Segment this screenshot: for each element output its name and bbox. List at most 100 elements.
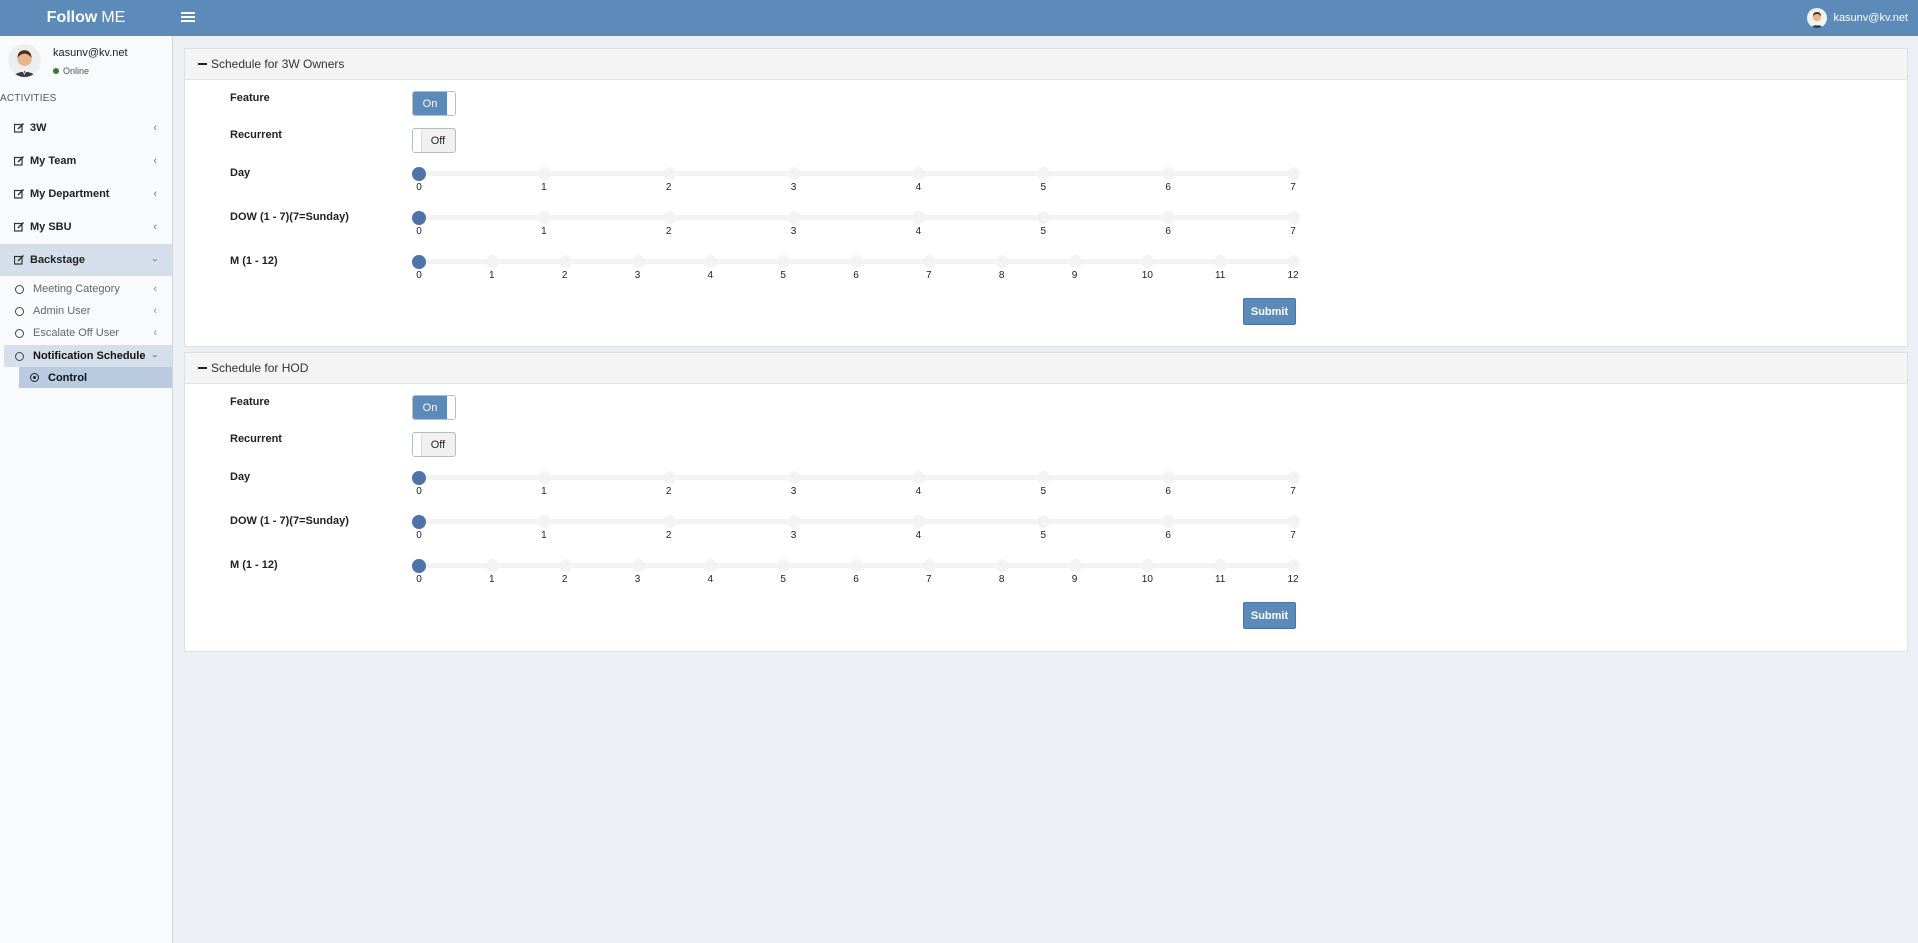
slider-tick-label: 6	[853, 270, 859, 281]
slider-tick[interactable]	[1037, 167, 1051, 180]
slider-tick[interactable]	[537, 211, 551, 224]
sidebar-item-escalate-off-user[interactable]: Escalate Off User ‹	[0, 322, 172, 344]
slider-tick[interactable]	[1287, 211, 1300, 224]
slider-tick[interactable]	[631, 255, 645, 268]
slider-tick[interactable]	[631, 559, 645, 572]
slider-tick[interactable]	[662, 515, 676, 528]
sidebar-item-backstage[interactable]: Backstage ‹	[0, 244, 172, 276]
submit-button[interactable]: Submit	[1243, 298, 1296, 325]
sidebar-item-3w[interactable]: 3W ‹	[0, 112, 172, 144]
submit-button[interactable]: Submit	[1243, 602, 1296, 629]
slider-tick[interactable]	[537, 167, 551, 180]
panel-header[interactable]: Schedule for HOD	[185, 353, 1907, 384]
slider-tick[interactable]	[912, 211, 926, 224]
slider-tick[interactable]	[1037, 211, 1051, 224]
slider-handle[interactable]	[412, 515, 426, 529]
slider-tick-label: 7	[1290, 486, 1296, 497]
sidebar-item-control[interactable]: Control	[19, 367, 172, 388]
slider-tick-label: 0	[416, 486, 422, 497]
menu-toggle-icon[interactable]	[181, 10, 195, 26]
slider-tick[interactable]	[485, 255, 499, 268]
feature-toggle[interactable]: On	[412, 91, 456, 116]
slider-tick[interactable]	[704, 255, 718, 268]
dow-label: DOW (1 - 7)(7=Sunday)	[230, 211, 349, 223]
recurrent-toggle[interactable]: Off	[412, 432, 456, 457]
slider-tick[interactable]	[850, 255, 863, 268]
circle-icon	[15, 328, 24, 338]
slider-tick[interactable]	[995, 255, 1009, 268]
slider-handle[interactable]	[412, 255, 426, 269]
day-slider[interactable]: 0 1 2 3 4 5 6 7	[412, 470, 1300, 498]
slider-tick-label: 5	[1040, 486, 1047, 497]
slider-tick[interactable]	[787, 167, 801, 180]
slider-tick[interactable]	[995, 559, 1009, 572]
sidebar-item-my-sbu[interactable]: My SBU ‹	[0, 211, 172, 243]
slider-tick[interactable]	[777, 559, 791, 572]
slider-tick[interactable]	[1037, 471, 1051, 484]
slider-tick[interactable]	[1141, 255, 1155, 268]
slider-tick[interactable]	[1287, 471, 1300, 484]
sidebar-item-notification-schedule[interactable]: Notification Schedule ‹	[4, 345, 172, 367]
slider-tick[interactable]	[1287, 255, 1300, 268]
slider-tick[interactable]	[777, 255, 791, 268]
slider-tick[interactable]	[1037, 515, 1051, 528]
sidebar-item-my-department[interactable]: My Department ‹	[0, 178, 172, 210]
sidebar-item-admin-user[interactable]: Admin User ‹	[0, 300, 172, 322]
slider-tick[interactable]	[1162, 167, 1176, 180]
slider-tick[interactable]	[1214, 559, 1228, 572]
sidebar-item-my-team[interactable]: My Team ‹	[0, 145, 172, 177]
slider-handle[interactable]	[412, 211, 426, 225]
slider-tick[interactable]	[850, 559, 863, 572]
slider-tick[interactable]	[1068, 559, 1082, 572]
slider-tick[interactable]	[922, 255, 936, 268]
logo-bold: Follow	[46, 9, 98, 26]
online-dot-icon	[53, 68, 59, 74]
app-logo[interactable]: Follow ME	[0, 0, 172, 36]
slider-tick[interactable]	[662, 471, 676, 484]
feature-toggle[interactable]: On	[412, 395, 456, 420]
slider-tick[interactable]	[1162, 515, 1176, 528]
slider-tick[interactable]	[537, 515, 551, 528]
slider-tick[interactable]	[704, 559, 718, 572]
month-slider[interactable]: 0 1 2 3 4 5 6 7 8 9 10 11 12	[412, 558, 1300, 586]
slider-tick[interactable]	[662, 167, 676, 180]
slider-tick[interactable]	[912, 471, 926, 484]
slider-tick-label: 7	[926, 270, 932, 281]
slider-tick[interactable]	[1141, 559, 1155, 572]
slider-tick[interactable]	[912, 167, 926, 180]
slider-tick[interactable]	[787, 211, 801, 224]
slider-tick[interactable]	[912, 515, 926, 528]
collapse-minus-icon[interactable]	[198, 366, 207, 370]
slider-handle[interactable]	[412, 471, 426, 485]
sidebar-item-label: Backstage	[30, 254, 86, 266]
slider-tick[interactable]	[787, 515, 801, 528]
slider-tick[interactable]	[662, 211, 676, 224]
dow-slider[interactable]: 0 1 2 3 4 5 6 7	[412, 210, 1300, 238]
slider-tick[interactable]	[1162, 471, 1176, 484]
slider-tick[interactable]	[1287, 515, 1300, 528]
slider-tick[interactable]	[558, 255, 572, 268]
month-slider[interactable]: 0 1 2 3 4 5 6 7 8 9 10 11 12	[412, 254, 1300, 282]
slider-tick[interactable]	[1068, 255, 1082, 268]
slider-tick[interactable]	[1287, 167, 1300, 180]
slider-tick[interactable]	[787, 471, 801, 484]
status-text: Online	[63, 66, 90, 76]
slider-tick[interactable]	[485, 559, 499, 572]
day-slider[interactable]: 0 1 2 3 4 5 6 7	[412, 166, 1300, 194]
dow-slider[interactable]: 0 1 2 3 4 5 6 7	[412, 514, 1300, 542]
slider-tick[interactable]	[1214, 255, 1228, 268]
user-menu[interactable]: kasunv@kv.net	[1807, 0, 1908, 36]
slider-handle[interactable]	[412, 167, 426, 181]
slider-tick-label: 7	[1290, 226, 1296, 237]
slider-tick[interactable]	[922, 559, 936, 572]
slider-tick[interactable]	[1287, 559, 1300, 572]
recurrent-toggle[interactable]: Off	[412, 128, 456, 153]
slider-tick[interactable]	[1162, 211, 1176, 224]
panel-header[interactable]: Schedule for 3W Owners	[185, 49, 1907, 80]
slider-tick[interactable]	[537, 471, 551, 484]
sidebar-item-meeting-category[interactable]: Meeting Category ‹	[0, 278, 172, 300]
edit-icon	[14, 123, 24, 133]
slider-handle[interactable]	[412, 559, 426, 573]
slider-tick[interactable]	[558, 559, 572, 572]
collapse-minus-icon[interactable]	[198, 62, 207, 66]
